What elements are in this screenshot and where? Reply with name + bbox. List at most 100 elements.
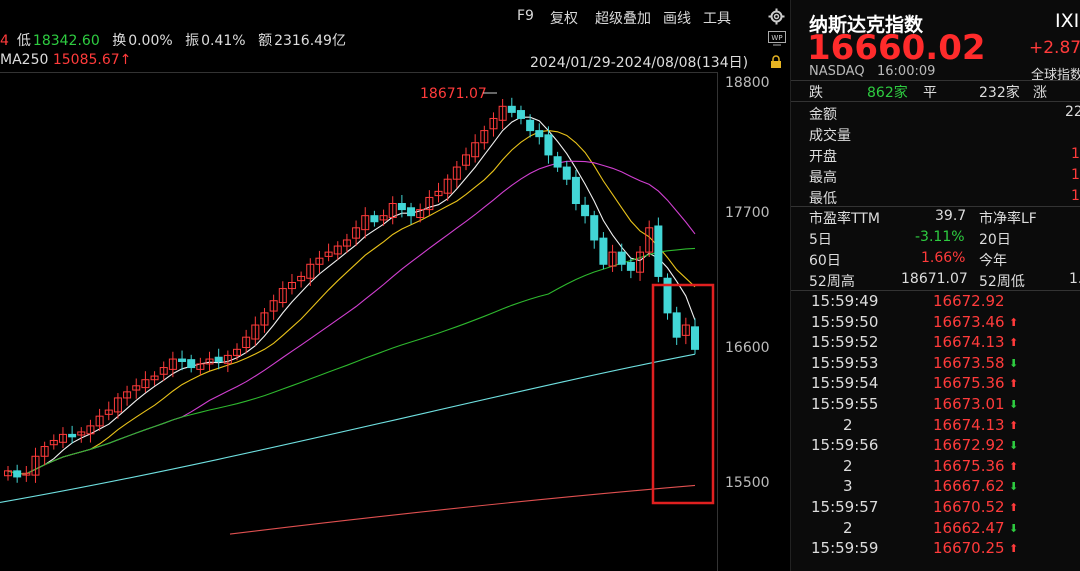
kline-chart-area[interactable]: F9 复权 超级叠加 画线 工具 4 低 18342.60 换 0.00% 振 0.41… <box>0 0 790 571</box>
y-tick-label: 17700 <box>725 205 770 221</box>
arrow-down-icon: ⬇ <box>1009 521 1019 535</box>
breadth-down-label: 跌 <box>809 85 823 101</box>
field-value: 1 <box>1071 167 1080 183</box>
peak-label: 18671.07 <box>420 86 487 102</box>
ma250-indicator: MA250 15085.67↑ <box>0 52 131 68</box>
y-tick-label: 18800 <box>725 75 770 91</box>
pe-value: 39.7 <box>935 208 967 224</box>
ma120-line <box>0 353 696 503</box>
field-value: 1 <box>1071 188 1080 204</box>
tick-price: 16672.92 <box>933 436 1005 455</box>
candle-body <box>654 225 663 277</box>
tick-price: 16667.62 <box>933 477 1005 496</box>
candle-body <box>516 110 525 119</box>
tick-time: 15:59:50 <box>811 312 879 331</box>
lock-icon[interactable] <box>770 55 782 69</box>
field-label: 最高 <box>809 170 837 186</box>
tools-button[interactable]: 工具 <box>703 8 731 28</box>
tick-row: 15:59:50 16673.46 ⬆ <box>791 313 1080 333</box>
candle-body <box>599 237 608 265</box>
arrow-down-icon: ⬇ <box>1009 356 1019 370</box>
candle-body <box>617 251 626 265</box>
candle-body <box>590 215 599 241</box>
tick-price: 16673.58 <box>933 353 1005 372</box>
tick-row: 15:59:54 16675.36 ⬆ <box>791 374 1080 394</box>
f9-button[interactable]: F9 <box>517 8 534 24</box>
tick-time: 2 <box>843 415 853 434</box>
tick-time: 15:59:52 <box>811 333 879 352</box>
ma250-label: MA250 <box>0 52 49 68</box>
candle-body <box>370 215 379 223</box>
index-code: IXI <box>1055 10 1080 32</box>
tick-row: 15:59:55 16673.01 ⬇ <box>791 395 1080 415</box>
amount-label: 额 <box>258 33 273 49</box>
tick-row: 15:59:56 16672.92 ⬇ <box>791 436 1080 456</box>
candle-body <box>691 326 699 350</box>
ma250-arrow-icon: ↑ <box>119 52 132 68</box>
change-60d-value: 1.66% <box>921 250 966 266</box>
breadth-flat-label: 平 <box>923 85 937 101</box>
low-52w-label: 52周低 <box>979 274 1025 290</box>
candle-body <box>562 166 571 180</box>
change-5d-label: 5日 <box>809 232 832 248</box>
field-label: 成交量 <box>809 128 851 144</box>
candle-body <box>187 359 196 369</box>
tick-time: 15:59:55 <box>811 395 879 413</box>
candle-body <box>397 203 406 211</box>
highlight-box <box>651 283 715 505</box>
tick-time: 15:59:54 <box>811 374 879 393</box>
quote-side-panel: 纳斯达克指数 IXI 16660.02 +2.87 NASDAQ 16:00:0… <box>790 0 1080 571</box>
candle-body <box>526 119 535 132</box>
candlestick-plot[interactable]: 18671.07 <box>0 73 717 571</box>
ma60-line <box>7 247 696 475</box>
field-label: 开盘 <box>809 149 837 165</box>
tick-list[interactable]: 15:59:49 16672.92 15:59:50 16673.46 ⬆ 15:59:5… <box>791 292 1080 571</box>
high-52w-label: 52周高 <box>809 274 855 290</box>
arrow-up-icon: ⬆ <box>1009 459 1019 473</box>
candle-body <box>178 358 187 362</box>
arrow-up-icon: ⬆ <box>1009 336 1019 350</box>
tick-row: 15:59:57 16670.52 ⬆ <box>791 498 1080 518</box>
turnover-label: 换 <box>112 33 127 49</box>
tick-price: 16675.36 <box>933 456 1005 475</box>
arrow-down-icon: ⬇ <box>1009 398 1019 411</box>
arrow-up-icon: ⬆ <box>1009 418 1019 432</box>
arrow-down-icon: ⬇ <box>1009 480 1019 494</box>
arrow-up-icon: ⬆ <box>1009 377 1019 391</box>
candle-body <box>663 277 672 314</box>
wp-icon[interactable]: WP <box>768 31 786 47</box>
change-5d-value: -3.11% <box>915 229 965 245</box>
tick-price: 16674.13 <box>933 333 1005 352</box>
tick-time: 3 <box>843 477 853 496</box>
tick-price: 16662.47 <box>933 518 1005 537</box>
candle-body <box>553 156 562 168</box>
restore-rights-button[interactable]: 复权 <box>550 8 578 28</box>
candle-body <box>581 204 590 217</box>
stats-lead-fragment: 4 <box>0 33 9 49</box>
draw-line-button[interactable]: 画线 <box>663 8 691 28</box>
candle-body <box>407 207 416 217</box>
tick-price: 16670.52 <box>933 498 1005 516</box>
pe-label: 市盈率TTM <box>809 211 880 227</box>
low-label: 低 <box>16 33 31 49</box>
tick-row: 2 16662.47 ⬇ <box>791 519 1080 539</box>
index-change: +2.87 <box>1029 38 1080 58</box>
tick-row: 2 16675.36 ⬆ <box>791 457 1080 477</box>
low-value: 18342.60 <box>32 33 100 49</box>
arrow-down-icon: ⬇ <box>1009 439 1019 453</box>
overlay-button[interactable]: 超级叠加 <box>595 8 651 28</box>
tick-time: 15:59:59 <box>811 539 879 558</box>
candle-body <box>626 261 635 271</box>
index-price: 16660.02 <box>807 28 986 68</box>
gear-icon[interactable] <box>768 8 785 25</box>
field-label: 金额 <box>809 107 837 123</box>
amount-value: 2316.49亿 <box>274 33 346 49</box>
tick-row: 3 16667.62 ⬇ <box>791 477 1080 497</box>
quote-time: 16:00:09 <box>877 64 936 79</box>
date-range[interactable]: 2024/01/29-2024/08/08(134日) <box>530 52 748 72</box>
ma250-value: 15085.67 <box>52 52 120 68</box>
tick-price: 16670.25 <box>933 539 1005 558</box>
tick-row: 15:59:53 16673.58 ⬇ <box>791 354 1080 374</box>
candle-body <box>214 356 223 362</box>
high-52w-value: 18671.07 <box>901 271 968 287</box>
